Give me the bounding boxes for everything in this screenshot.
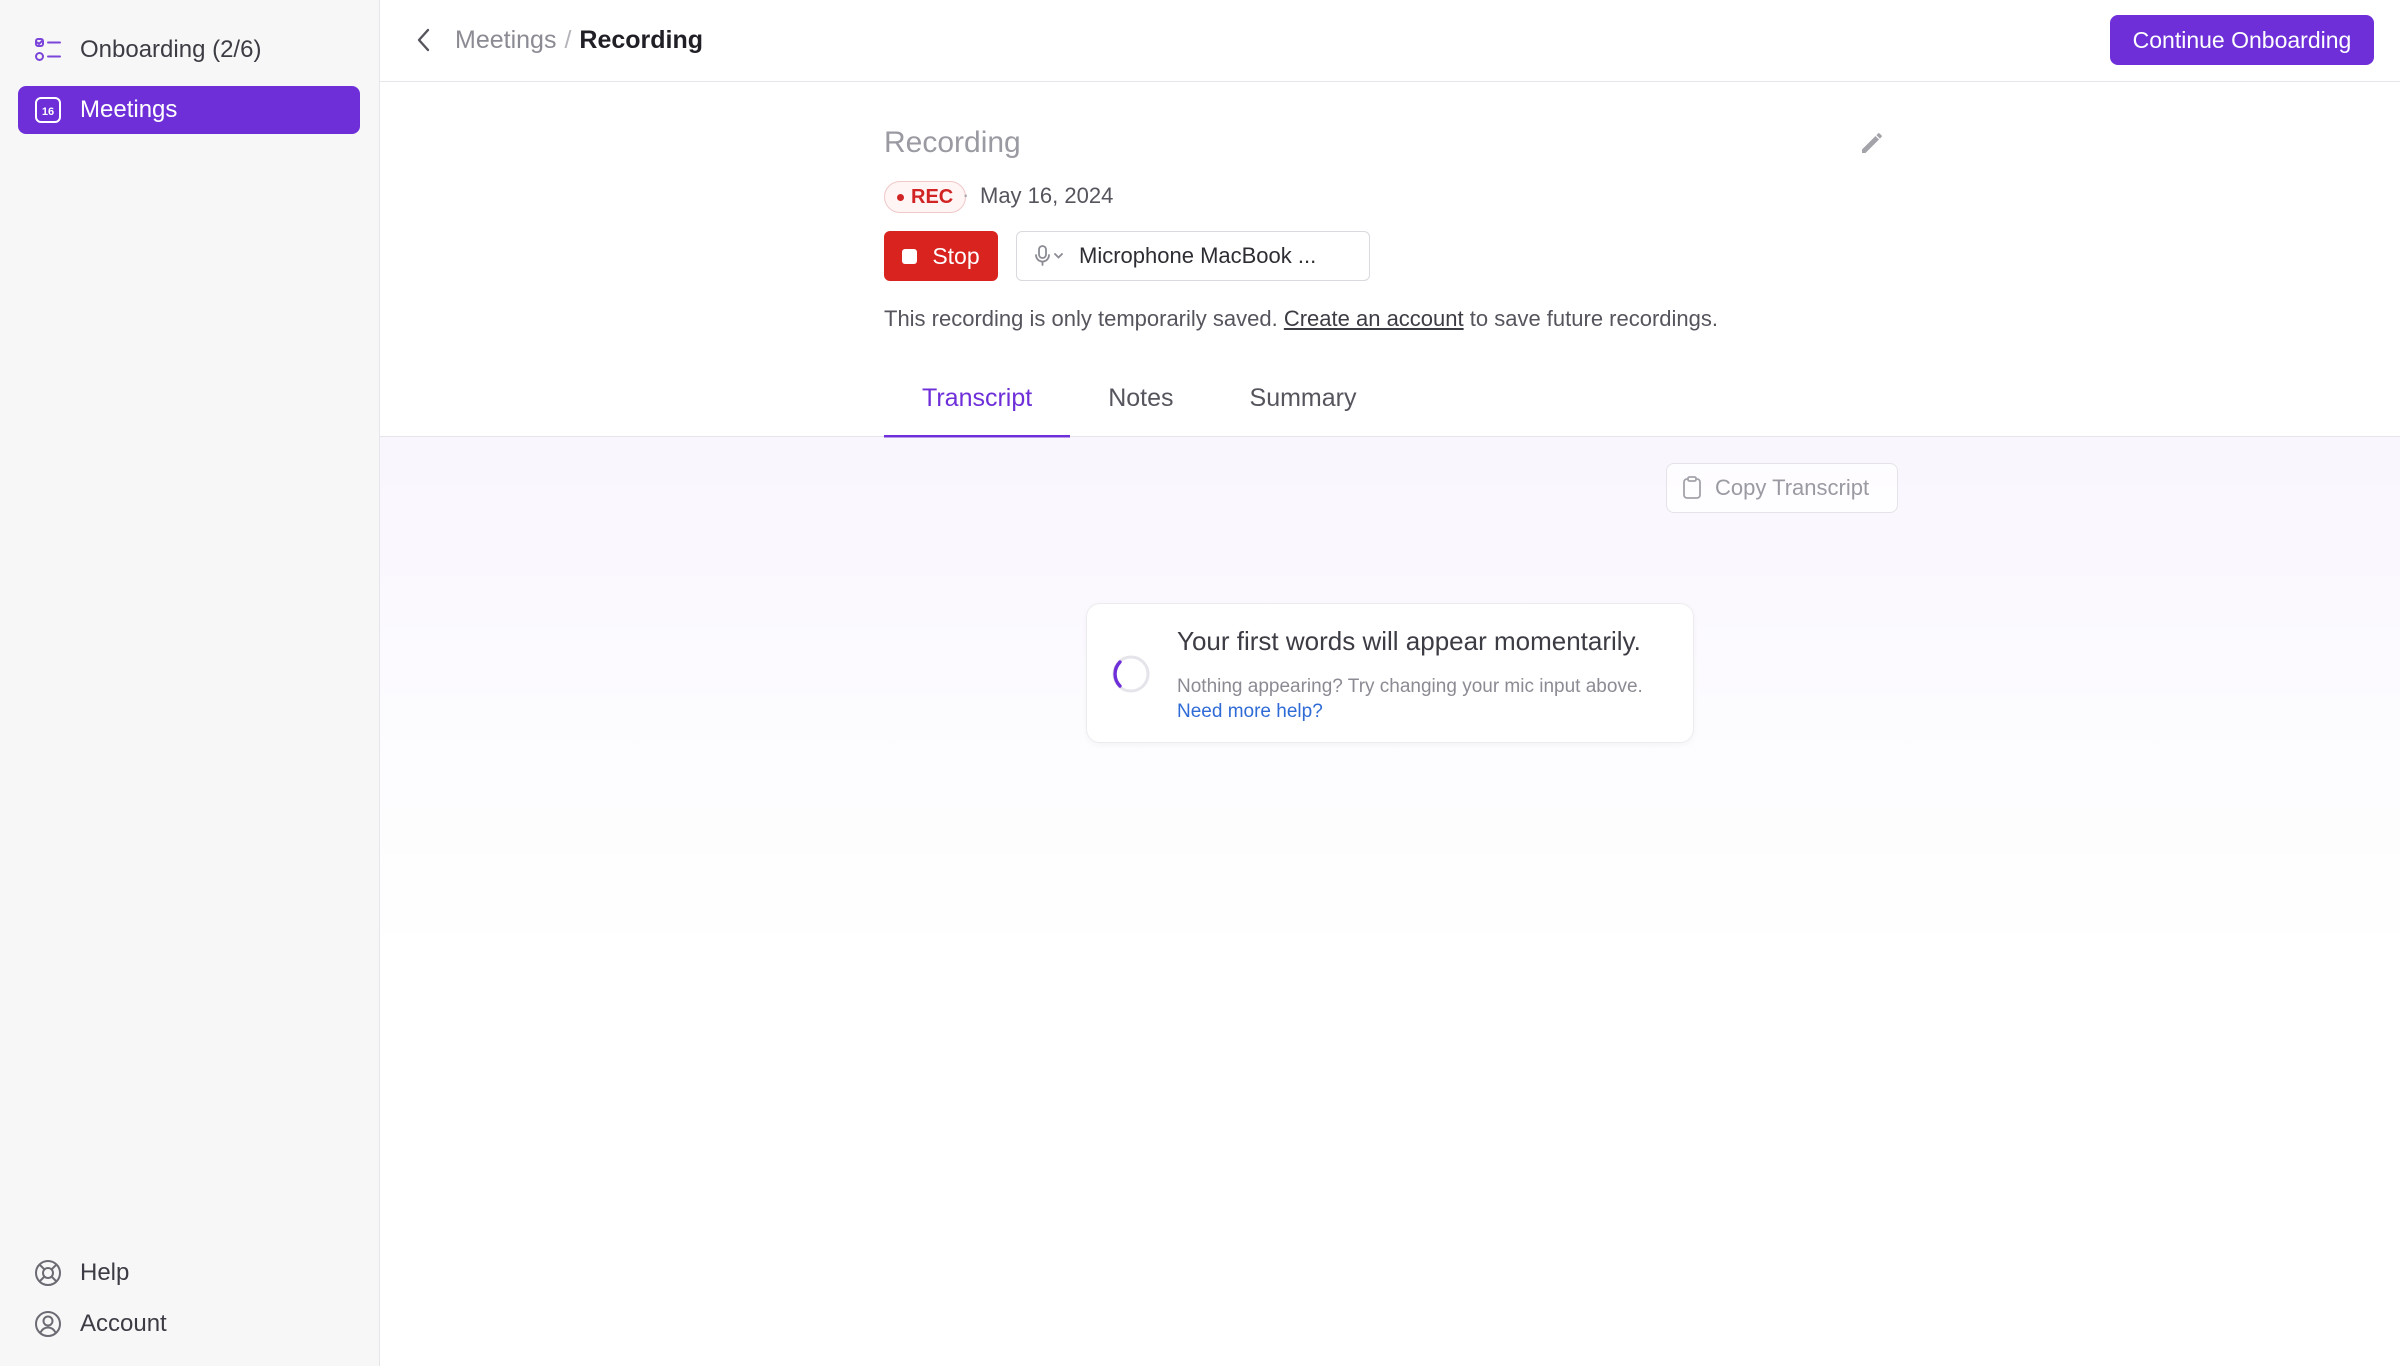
notice-text-end: to save future recordings.	[1469, 306, 1718, 331]
tab-transcript[interactable]: Transcript	[884, 360, 1071, 438]
tab-bar: Transcript Notes Summary	[884, 360, 1395, 438]
waiting-subtext: Nothing appearing? Try changing your mic…	[1177, 674, 1657, 724]
waiting-title: Your first words will appear momentarily…	[1177, 626, 1641, 656]
microphone-select[interactable]: Microphone MacBook ...	[1016, 231, 1370, 281]
page-title[interactable]: Recording	[884, 126, 1021, 160]
copy-transcript-label: Copy Transcript	[1715, 475, 1870, 500]
meta-separator: ·	[962, 182, 970, 207]
breadcrumb: Meetings / Recording	[455, 26, 703, 55]
recording-header: Recording REC · May 16, 2024 Stop Microp…	[380, 82, 2400, 438]
top-bar: Meetings / Recording Continue Onboarding	[380, 0, 2400, 82]
breadcrumb-meetings[interactable]: Meetings	[455, 26, 556, 54]
rec-status-badge: REC	[884, 181, 967, 213]
clipboard-icon	[1681, 475, 1703, 501]
sidebar-item-label: Onboarding (2/6)	[80, 36, 262, 63]
breadcrumb-separator: /	[564, 26, 572, 54]
temporary-save-notice: This recording is only temporarily saved…	[884, 306, 1718, 332]
create-account-link[interactable]: Create an account	[1284, 306, 1464, 331]
copy-transcript-button[interactable]: Copy Transcript	[1666, 463, 1898, 513]
microphone-value: Microphone MacBook ...	[1079, 243, 1317, 268]
microphone-icon	[1033, 244, 1067, 268]
svg-text:16: 16	[42, 106, 54, 118]
chevron-down-icon	[1054, 253, 1063, 259]
need-help-link[interactable]: Need more help?	[1177, 701, 1323, 722]
sidebar-item-label: Help	[80, 1259, 130, 1286]
sidebar: Onboarding (2/6) 16 Meetings Help Accoun…	[0, 0, 380, 1366]
waiting-hint: Nothing appearing? Try changing your mic…	[1177, 676, 1643, 697]
tab-notes[interactable]: Notes	[1070, 360, 1211, 437]
sidebar-item-account[interactable]: Account	[18, 1300, 360, 1348]
stop-icon	[902, 248, 918, 264]
loading-spinner-icon	[1112, 655, 1150, 693]
continue-onboarding-button[interactable]: Continue Onboarding	[2110, 15, 2374, 65]
lifebuoy-icon	[32, 1257, 64, 1289]
pencil-icon	[1862, 133, 1882, 153]
stop-label: Stop	[932, 242, 980, 269]
main-panel: Meetings / Recording Continue Onboarding R…	[380, 0, 2400, 1366]
back-button[interactable]	[408, 24, 440, 56]
sidebar-item-label: Meetings	[80, 96, 178, 123]
rec-label: REC	[911, 185, 954, 208]
sidebar-item-help[interactable]: Help	[18, 1249, 360, 1297]
user-circle-icon	[32, 1308, 64, 1340]
checklist-icon	[32, 34, 64, 66]
edit-title-button[interactable]	[1856, 127, 1888, 159]
sidebar-item-label: Account	[80, 1310, 167, 1337]
app-window: Onboarding (2/6) 16 Meetings Help Accoun…	[0, 0, 2400, 1366]
waiting-message-card: Your first words will appear momentarily…	[1086, 603, 1694, 743]
tab-summary[interactable]: Summary	[1212, 360, 1395, 437]
stop-button[interactable]: Stop	[884, 231, 998, 281]
sidebar-item-onboarding[interactable]: Onboarding (2/6)	[18, 26, 360, 74]
notice-text: This recording is only temporarily saved…	[884, 306, 1278, 331]
recording-dot-icon	[897, 193, 904, 201]
sidebar-item-meetings[interactable]: 16 Meetings	[18, 86, 360, 134]
transcript-panel: Copy Transcript Your first words will ap…	[380, 437, 2400, 1365]
calendar-icon: 16	[32, 94, 64, 126]
breadcrumb-current: Recording	[579, 26, 704, 54]
chevron-left-icon	[417, 28, 430, 52]
recording-date: May 16, 2024	[980, 183, 1114, 208]
